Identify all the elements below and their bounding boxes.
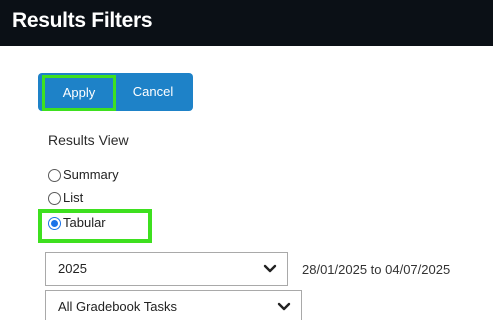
gradebook-tasks-select-value: All Gradebook Tasks: [58, 299, 177, 314]
action-button-group: Apply Cancel: [38, 73, 193, 111]
page-title: Results Filters: [12, 9, 153, 32]
radio-summary-label: Summary: [63, 167, 119, 182]
gradebook-tasks-select[interactable]: All Gradebook Tasks: [45, 290, 302, 320]
date-range-text: 28/01/2025 to 04/07/2025: [302, 262, 451, 277]
header-bar: Results Filters: [0, 0, 493, 46]
chevron-down-icon: [263, 264, 277, 273]
radio-list-label: List: [63, 190, 84, 205]
cancel-button[interactable]: Cancel: [116, 73, 190, 111]
radio-summary-circle[interactable]: [48, 169, 61, 182]
apply-button[interactable]: Apply: [42, 75, 116, 111]
year-select-value: 2025: [58, 261, 87, 276]
radio-list-circle[interactable]: [48, 192, 61, 205]
tabular-highlight-box: [38, 209, 152, 243]
chevron-down-icon: [277, 302, 291, 311]
results-view-label: Results View: [48, 132, 129, 148]
year-select[interactable]: 2025: [45, 252, 288, 286]
